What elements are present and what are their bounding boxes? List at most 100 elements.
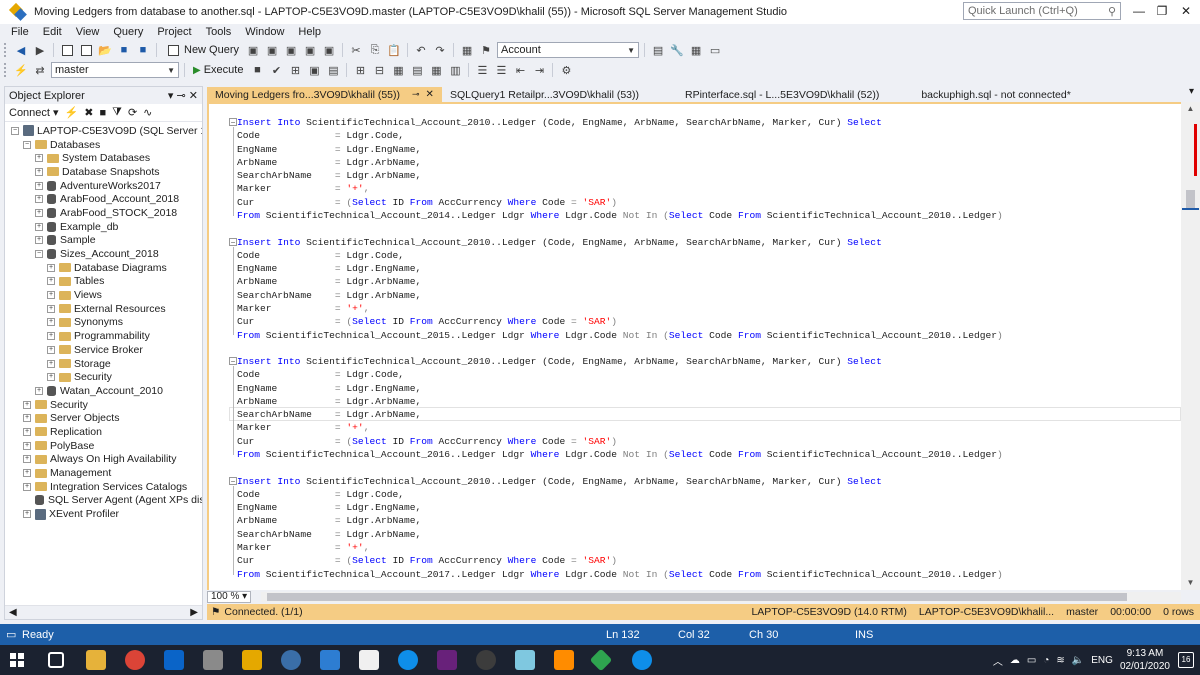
expand-icon[interactable]: +: [47, 332, 55, 341]
toolbar-grip[interactable]: [4, 63, 8, 77]
connect-icon[interactable]: ⚡: [13, 62, 29, 78]
menu-help[interactable]: Help: [291, 26, 328, 38]
expand-icon[interactable]: +: [23, 441, 31, 450]
git-icon[interactable]: [589, 648, 613, 672]
visual-studio-icon[interactable]: [437, 650, 457, 670]
sql-code[interactable]: Insert Into ScientificTechnical_Account_…: [237, 116, 1003, 581]
tree-item[interactable]: − Sizes_Account_2018: [5, 247, 202, 261]
tab-backuphigh[interactable]: backuphigh.sql - not connected*: [913, 87, 1078, 102]
tab-overflow-icon[interactable]: ▾: [1189, 86, 1194, 97]
expand-icon[interactable]: +: [35, 222, 43, 231]
tree-item[interactable]: − LAPTOP-C5E3VO9D (SQL Server 14.0.100: [5, 124, 202, 138]
scroll-up-icon[interactable]: ▲: [1181, 102, 1200, 116]
tree-item[interactable]: + Synonyms: [5, 316, 202, 330]
expand-icon[interactable]: +: [35, 208, 43, 217]
expand-icon[interactable]: +: [47, 373, 55, 382]
tab-sqlquery1[interactable]: SQLQuery1 Retailpr...3VO9D\khalil (53)): [442, 87, 647, 102]
refresh-icon[interactable]: ⟳: [128, 106, 137, 119]
tree-item[interactable]: − Databases: [5, 138, 202, 152]
forward-icon[interactable]: ▶: [32, 42, 48, 58]
network-app-icon[interactable]: [320, 650, 340, 670]
settings-icon[interactable]: [281, 650, 301, 670]
undo-icon[interactable]: ↶: [413, 42, 429, 58]
specify-values-icon[interactable]: ⚙: [558, 62, 574, 78]
results-text-icon[interactable]: ▤: [409, 62, 425, 78]
connect-icon[interactable]: ⚡: [65, 106, 79, 119]
menu-edit[interactable]: Edit: [36, 26, 69, 38]
live-stats-icon[interactable]: ⊟: [371, 62, 387, 78]
expand-icon[interactable]: +: [35, 154, 43, 163]
xmla-query-icon[interactable]: ▣: [302, 42, 318, 58]
hscroll-thumb[interactable]: [267, 593, 1127, 601]
expand-icon[interactable]: +: [47, 291, 55, 300]
tree-item[interactable]: + XEvent Profiler: [5, 507, 202, 521]
object-explorer-hscroll[interactable]: ◀ ▶: [5, 605, 202, 619]
expand-icon[interactable]: +: [35, 386, 43, 395]
tree-item[interactable]: + External Resources: [5, 302, 202, 316]
teamviewer-icon[interactable]: [398, 650, 418, 670]
collapse-icon[interactable]: −: [23, 140, 31, 149]
paint-icon[interactable]: [515, 650, 535, 670]
query-editor[interactable]: − − − − Insert Into ScientificTechnical_Acc…: [207, 102, 1181, 590]
results-file-icon[interactable]: ▥: [447, 62, 463, 78]
tree-item[interactable]: + Views: [5, 288, 202, 302]
stop-icon[interactable]: ■: [99, 107, 106, 119]
back-icon[interactable]: ◀: [13, 42, 29, 58]
editor-vscroll[interactable]: ▲ ▼: [1181, 102, 1200, 590]
tree-item[interactable]: + Tables: [5, 275, 202, 289]
battery-icon[interactable]: ▭: [1027, 655, 1036, 666]
file-explorer-icon[interactable]: [86, 650, 106, 670]
collapse-block-icon[interactable]: −: [229, 118, 237, 127]
actual-plan-icon[interactable]: ⊞: [352, 62, 368, 78]
collapse-block-icon[interactable]: −: [229, 476, 237, 485]
panel-dropdown-icon[interactable]: ▾: [168, 90, 174, 102]
teamviewer-2-icon[interactable]: [632, 650, 652, 670]
tools-icon[interactable]: [203, 650, 223, 670]
menu-tools[interactable]: Tools: [199, 26, 239, 38]
volume-icon[interactable]: 🔈: [1072, 655, 1084, 666]
open-file-icon[interactable]: 📂: [97, 42, 113, 58]
wifi-icon[interactable]: ≋: [1056, 655, 1064, 666]
tree-item[interactable]: + Sample: [5, 234, 202, 248]
menu-window[interactable]: Window: [238, 26, 291, 38]
copy-icon[interactable]: ⎘: [367, 42, 383, 58]
expand-icon[interactable]: +: [23, 510, 31, 519]
tree-item[interactable]: + Security: [5, 370, 202, 384]
tree-item[interactable]: + Management: [5, 466, 202, 480]
tree-item[interactable]: + Service Broker: [5, 343, 202, 357]
activity-icon[interactable]: ∿: [143, 106, 152, 119]
notifications-icon[interactable]: 16: [1178, 652, 1194, 668]
execute-button[interactable]: ▶ Execute: [190, 64, 246, 76]
expand-icon[interactable]: +: [35, 195, 43, 204]
windows-start-icon[interactable]: [10, 653, 24, 667]
tree-item[interactable]: + Programmability: [5, 329, 202, 343]
menu-view[interactable]: View: [69, 26, 107, 38]
uncomment-icon[interactable]: ☰: [493, 62, 509, 78]
pin-icon[interactable]: ⊸: [177, 90, 186, 102]
toolbox-icon[interactable]: ▦: [688, 42, 704, 58]
onedrive-icon[interactable]: ☁: [1010, 655, 1020, 666]
close-button[interactable]: ✕: [1174, 2, 1198, 20]
pin-icon[interactable]: ⊸: [412, 89, 420, 100]
expand-icon[interactable]: +: [23, 482, 31, 491]
expand-icon[interactable]: +: [35, 236, 43, 245]
add-item-icon[interactable]: [78, 42, 94, 58]
activity-monitor-icon[interactable]: ▦: [459, 42, 475, 58]
collapse-block-icon[interactable]: −: [229, 237, 237, 246]
expand-icon[interactable]: +: [47, 277, 55, 286]
maximize-button[interactable]: ❐: [1150, 2, 1174, 20]
tab-moving-ledgers[interactable]: Moving Ledgers fro...3VO9D\khalil (55)) …: [207, 87, 442, 102]
expand-icon[interactable]: +: [23, 400, 31, 409]
scroll-left-icon[interactable]: ◀: [9, 607, 17, 618]
chrome-icon[interactable]: [125, 650, 145, 670]
tray-chevron-icon[interactable]: ︿: [993, 653, 1003, 668]
sublime-icon[interactable]: [554, 650, 574, 670]
vscroll-thumb[interactable]: [1186, 190, 1195, 210]
scroll-right-icon[interactable]: ▶: [190, 607, 198, 618]
solution-config-dropdown[interactable]: Account ▼: [497, 42, 640, 58]
collapse-icon[interactable]: −: [11, 126, 19, 135]
tree-item[interactable]: + Integration Services Catalogs: [5, 480, 202, 494]
expand-icon[interactable]: +: [35, 181, 43, 190]
window-layout-icon[interactable]: ▭: [707, 42, 723, 58]
clock[interactable]: 9:13 AM 02/01/2020: [1120, 647, 1170, 673]
